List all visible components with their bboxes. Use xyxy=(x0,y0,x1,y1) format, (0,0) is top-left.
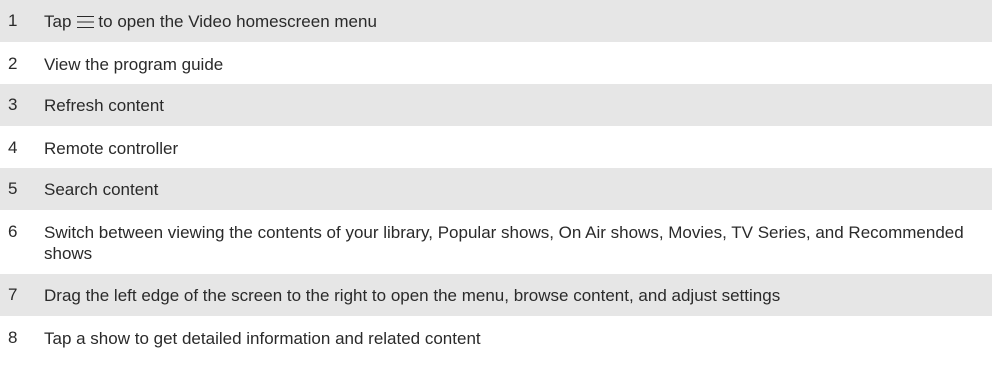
row-text: Tap to open the Video homescreen menu xyxy=(44,11,992,32)
row-number: 7 xyxy=(8,285,18,304)
row-number: 2 xyxy=(8,54,18,73)
row-number: 4 xyxy=(8,138,18,157)
legend-row-7: 7 Drag the left edge of the screen to th… xyxy=(0,274,992,316)
legend-row-1: 1 Tap to open the Video homescreen menu xyxy=(0,0,992,42)
row-text: Remote controller xyxy=(44,139,179,158)
row-number: 3 xyxy=(8,95,18,114)
menu-icon xyxy=(77,16,95,28)
row-number: 8 xyxy=(8,328,18,347)
row-text: Tap a show to get detailed information a… xyxy=(44,329,481,348)
legend-row-6: 6 Switch between viewing the contents of… xyxy=(0,210,992,274)
legend-row-8: 8 Tap a show to get detailed information… xyxy=(0,316,992,378)
row-number: 5 xyxy=(8,179,18,198)
legend-row-5: 5 Search content xyxy=(0,168,992,210)
row-text: Drag the left edge of the screen to the … xyxy=(44,286,781,305)
legend-table: 1 Tap to open the Video homescreen menu 2… xyxy=(0,0,992,378)
row-number: 6 xyxy=(8,222,18,241)
row-number: 1 xyxy=(8,11,18,30)
row-text-after-icon: to open the Video homescreen menu xyxy=(98,12,377,31)
row-text: View the program guide xyxy=(44,55,224,74)
row-text: Switch between viewing the contents of y… xyxy=(44,223,964,263)
legend-row-2: 2 View the program guide xyxy=(0,42,992,84)
row-text: Search content xyxy=(44,180,159,199)
row-text-before-icon: Tap xyxy=(44,12,72,31)
row-text: Refresh content xyxy=(44,96,165,115)
legend-row-3: 3 Refresh content xyxy=(0,84,992,126)
legend-row-4: 4 Remote controller xyxy=(0,126,992,168)
